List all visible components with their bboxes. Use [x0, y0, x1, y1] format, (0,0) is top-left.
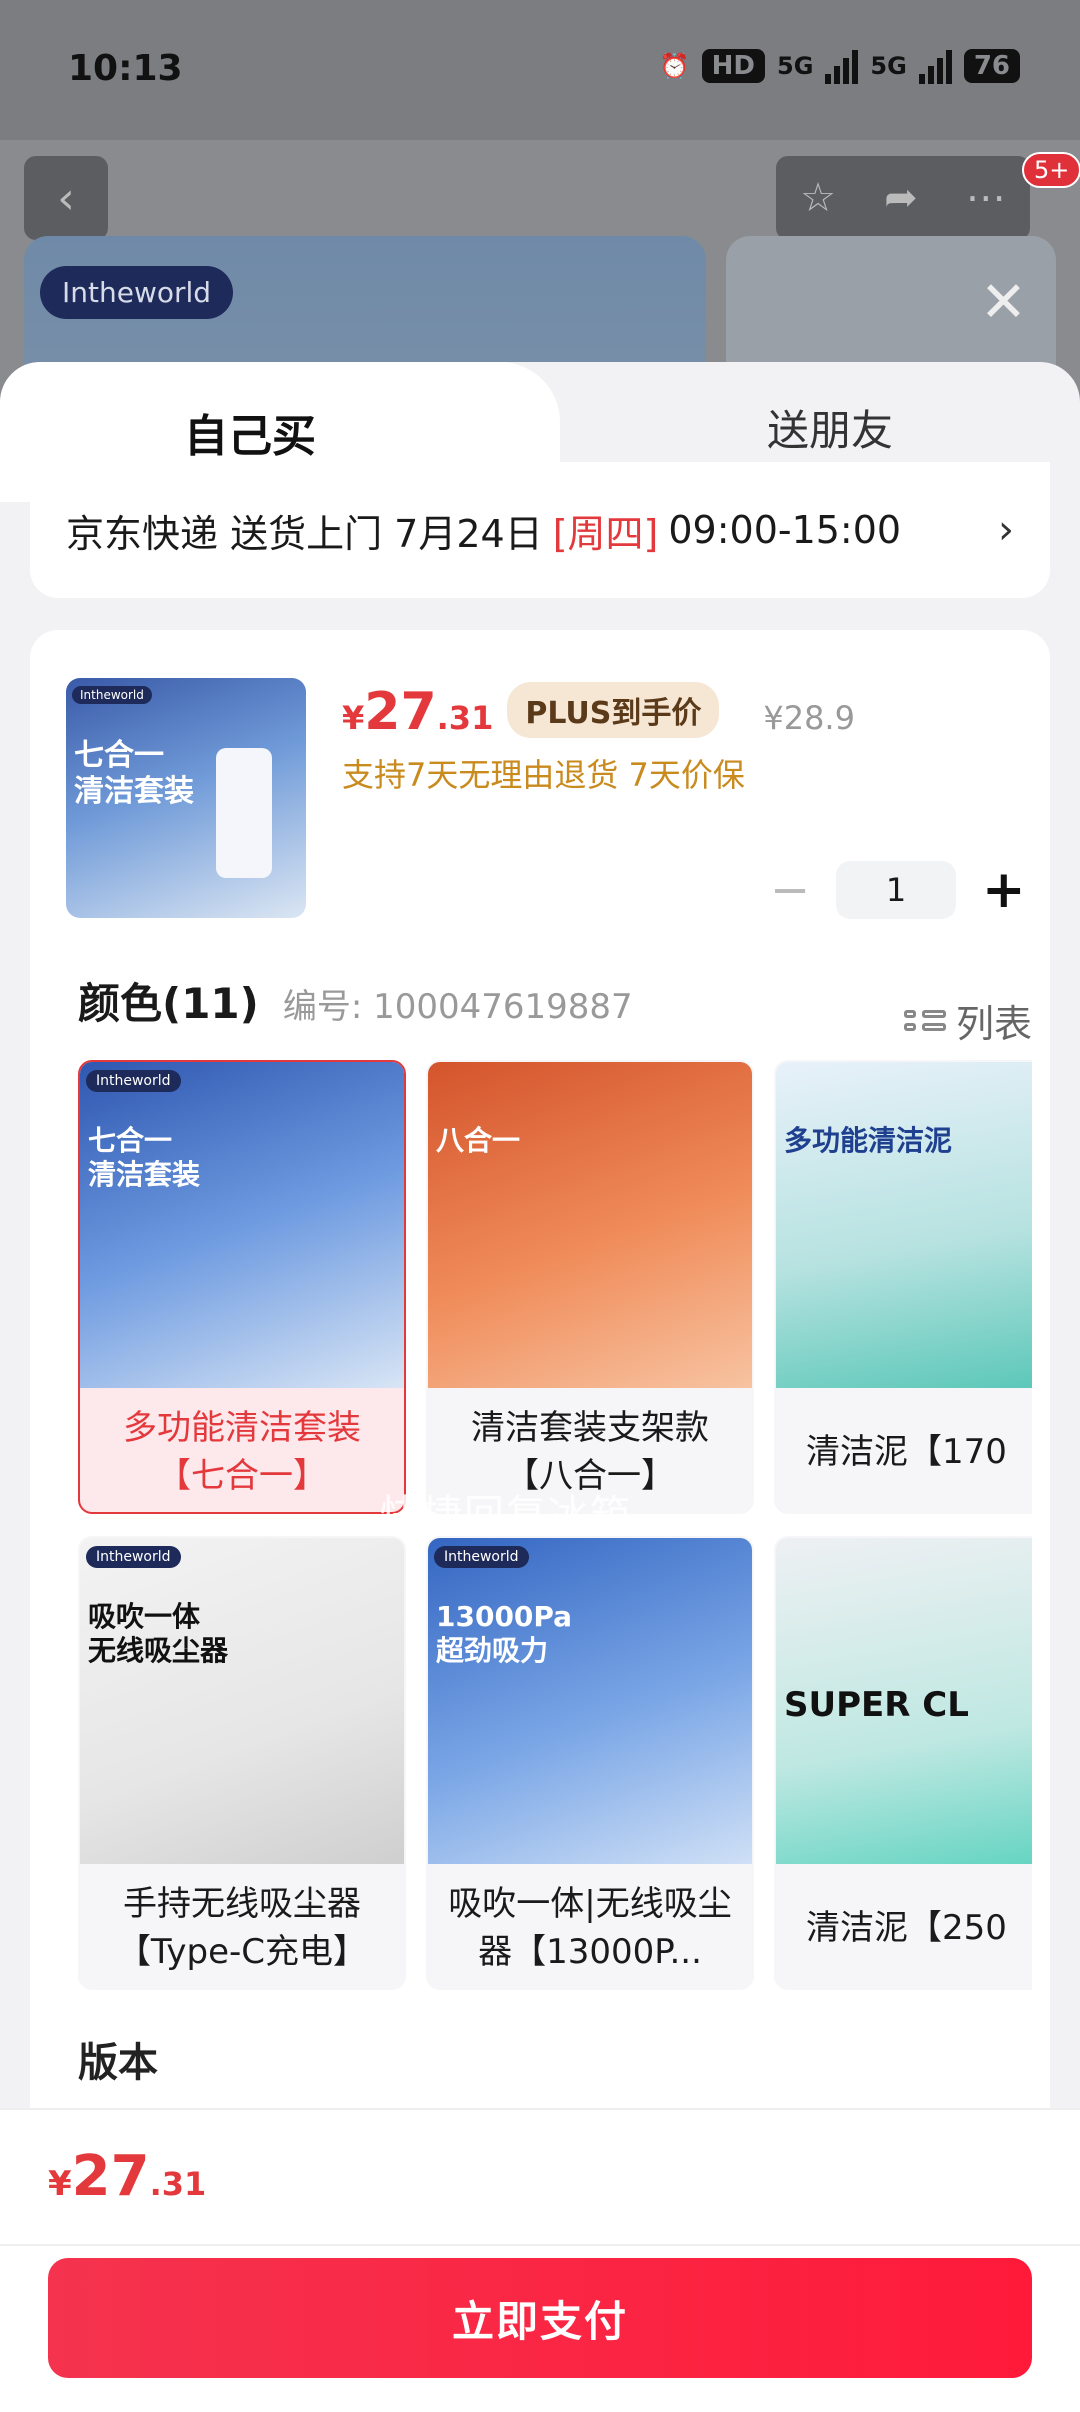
notification-badge: 5+ [1022, 152, 1080, 188]
status-bar: 10:13 ⏰ HD 5G 5G 76 [0, 0, 1080, 140]
star-icon[interactable]: ☆ [800, 175, 836, 221]
option-image: 多功能清洁泥 千 [776, 1062, 1032, 1388]
delivery-weekday: [周四] [552, 511, 659, 556]
delivery-text: 京东快递 送货上门 7月24日 [66, 511, 543, 556]
original-price: ¥28.9 [763, 699, 855, 737]
delivery-row[interactable]: 京东快递 送货上门 7月24日 [周四] 09:00-15:00 › [30, 462, 1050, 598]
network-label-2: 5G [870, 52, 907, 80]
purchase-sheet: 送朋友 自己买 京东快递 送货上门 7月24日 [周四] 09:00-15:00… [0, 362, 1080, 2412]
thumb-title: 七合一 清洁套装 [74, 738, 194, 809]
color-option-clean-gel-170[interactable]: 多功能清洁泥 千 清洁泥【170 [774, 1060, 1032, 1514]
option-logo: Intheworld [434, 1546, 529, 1568]
list-label: 列表 [955, 1002, 1032, 1046]
option-label: 手持无线吸尘器【Type-C充电】 [116, 1884, 368, 1972]
color-section-header: 颜色(11) 编号: 100047619887 列表 [78, 970, 1032, 1048]
option-image: 八合一 [428, 1062, 752, 1388]
color-option-clean-gel-250[interactable]: SUPER CL 清洁泥【250 [774, 1536, 1032, 1990]
option-logo: Intheworld [86, 1546, 181, 1568]
option-label: 吸吹一体|无线吸尘器【13000P... [448, 1884, 732, 1972]
option-image-title: 多功能清洁泥 [784, 1124, 953, 1157]
list-icon [903, 1010, 946, 1031]
share-icon[interactable]: ➦ [884, 175, 918, 221]
option-image-title: 八合一 [436, 1124, 521, 1157]
signal-icon-2 [918, 48, 952, 84]
decrease-button[interactable]: − [770, 862, 810, 918]
back-button[interactable]: ‹ [24, 156, 108, 240]
option-image-title: 13000Pa 超劲吸力 [436, 1600, 573, 1667]
status-icons: ⏰ HD 5G 5G 76 [660, 48, 1020, 84]
option-image-title: 吸吹一体 无线吸尘器 [88, 1600, 229, 1667]
quantity-stepper: − 1 + [770, 860, 1026, 920]
footer-divider [0, 2244, 1080, 2246]
status-time: 10:13 [68, 48, 183, 89]
price-row: ¥27.31 PLUS到手价 ¥28.9 [342, 682, 855, 744]
option-logo: Intheworld [86, 1070, 181, 1092]
current-price: ¥27.31 [342, 682, 494, 742]
color-option-seven-in-one[interactable]: Intheworld 七合一 清洁套装 多功能清洁套装【七合一】 [78, 1060, 406, 1514]
network-label-1: 5G [777, 52, 814, 80]
checkout-footer: ¥27.31 立即支付 [0, 2108, 1080, 2412]
option-image-title: 七合一 清洁套装 [88, 1124, 201, 1191]
option-image: SUPER CL [776, 1538, 1032, 1864]
color-option-blow-suction-vacuum[interactable]: Intheworld 13000Pa 超劲吸力 吸吹一体|无线吸尘器【13000… [426, 1536, 754, 1990]
option-image-title: SUPER CL [784, 1685, 969, 1725]
color-option-handheld-vacuum[interactable]: Intheworld 吸吹一体 无线吸尘器 手持无线吸尘器【Type-C充电】 [78, 1536, 406, 1990]
plus-price-tag: PLUS到手价 [507, 682, 720, 738]
option-image: Intheworld 13000Pa 超劲吸力 [428, 1538, 752, 1864]
chevron-left-icon: ‹ [57, 172, 75, 224]
alarm-icon: ⏰ [659, 52, 690, 80]
color-option-eight-in-one[interactable]: 八合一 清洁套装支架款【八合一】 [426, 1060, 754, 1514]
delivery-window: 09:00-15:00 [668, 508, 902, 552]
option-label: 清洁泥【250 [806, 1908, 1007, 1948]
option-image: Intheworld 吸吹一体 无线吸尘器 [80, 1538, 404, 1864]
device-graphic [216, 748, 272, 878]
pay-now-button[interactable]: 立即支付 [48, 2258, 1032, 2378]
signal-icon [825, 48, 859, 84]
brand-logo: Intheworld [40, 266, 234, 319]
list-view-toggle[interactable]: 列表 [903, 993, 1032, 1048]
floating-overlay-text: 快捷回复冰箱 [380, 1492, 632, 1538]
top-action-bar: ☆ ➦ ⋯ [776, 156, 1030, 240]
option-image: Intheworld 七合一 清洁套装 [80, 1062, 404, 1388]
chevron-right-icon: › [998, 507, 1014, 553]
total-price: ¥27.31 [48, 2144, 207, 2209]
version-title: 版本 [78, 2040, 158, 2086]
option-label: 清洁泥【170 [806, 1432, 1007, 1472]
battery-icon: 76 [963, 49, 1020, 83]
more-icon[interactable]: ⋯ [966, 175, 1006, 221]
option-label: 多功能清洁套装【七合一】 [123, 1408, 361, 1496]
return-promise: 支持7天无理由退货 7天价保 [342, 756, 745, 794]
quantity-input[interactable]: 1 [836, 861, 956, 919]
sku-number: 编号: 100047619887 [282, 987, 633, 1027]
close-icon[interactable]: ✕ [980, 270, 1027, 335]
color-title: 颜色(11) [78, 979, 259, 1028]
thumb-logo: Intheworld [72, 686, 152, 704]
product-thumbnail[interactable]: Intheworld 七合一 清洁套装 [66, 678, 306, 918]
increase-button[interactable]: + [982, 860, 1026, 920]
hd-icon: HD [701, 49, 765, 83]
